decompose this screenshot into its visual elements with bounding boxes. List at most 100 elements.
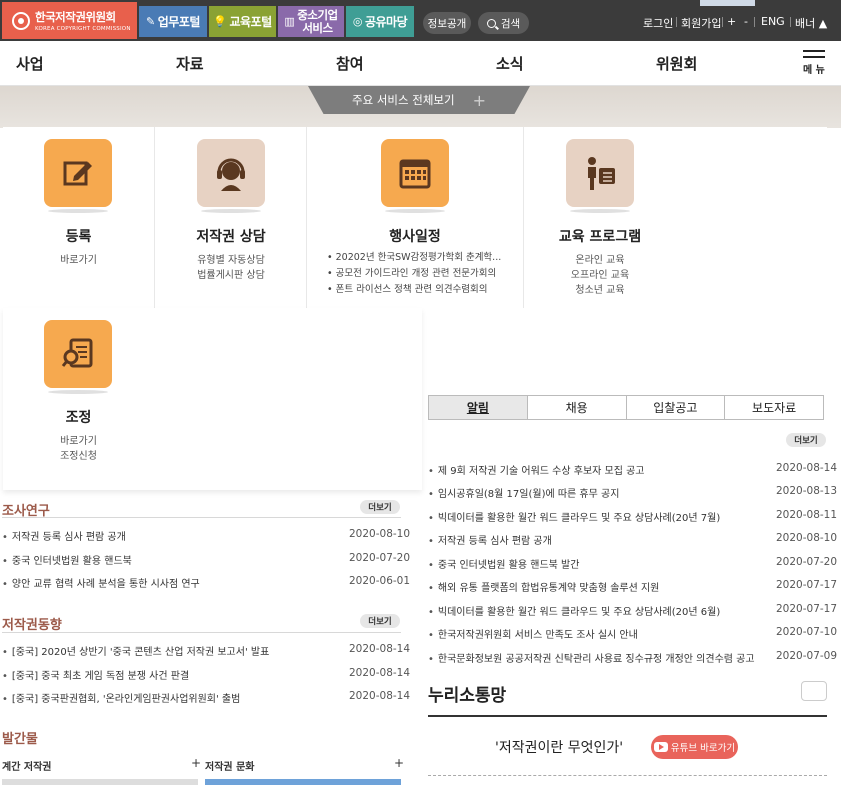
nav-item-materials[interactable]: 자료: [176, 53, 204, 74]
building-icon: ▥: [284, 15, 295, 28]
service-link[interactable]: 오프라인 교육: [524, 266, 676, 281]
event-item[interactable]: 폰트 라이선스 정책 관련 의견수렴회의: [327, 281, 488, 295]
publication-culture-link[interactable]: 저작권 문화: [205, 758, 254, 773]
logo-mark-icon: [12, 11, 30, 30]
trends-title: 저작권동향: [2, 618, 62, 633]
share-icon: ◎: [352, 15, 363, 28]
nav-item-business[interactable]: 사업: [16, 53, 44, 74]
notice-item[interactable]: 해외 유통 플랫폼의 합법유통계약 맞춤형 솔루션 지원: [428, 579, 659, 594]
list-item-date: 2020-07-20: [349, 552, 411, 564]
portal-sme-button[interactable]: ▥ 중소기업 서비스: [278, 6, 344, 37]
calendar-icon: [381, 139, 449, 213]
list-item[interactable]: 저작권 등록 심사 편람 공개: [2, 528, 126, 543]
divider: [2, 517, 401, 518]
youtube-icon: [653, 742, 668, 752]
publication-quarterly-link[interactable]: 계간 저작권: [2, 758, 51, 773]
services-panel: 등록 바로가기 저작권 상담 유형별 자동상담 법률게시판 상담 행사일정 20…: [3, 127, 827, 308]
service-link[interactable]: 바로가기: [3, 432, 154, 447]
tab-notice[interactable]: 알림: [429, 396, 528, 419]
publication-culture-plus-icon[interactable]: +: [394, 756, 404, 770]
service-events[interactable]: 행사일정 20202년 한국SW감정평가학회 춘계학... 공모전 가이드라인 …: [307, 127, 523, 308]
hamburger-icon: [803, 50, 825, 52]
research-more-button[interactable]: 더보기: [360, 500, 400, 514]
zoom-in-button[interactable]: +: [727, 15, 736, 28]
sns-video-title: '저작권이란 무엇인가': [495, 740, 624, 756]
site-logo[interactable]: 한국저작권위원회 KOREA COPYRIGHT COMMISSION: [2, 2, 137, 39]
util-separator: [722, 17, 723, 27]
util-separator: [676, 17, 677, 27]
headset-icon: [197, 139, 265, 213]
logo-text-ko: 한국저작권위원회: [35, 10, 116, 24]
bulb-icon: 💡: [213, 15, 227, 28]
list-item-date: 2020-08-14: [349, 667, 411, 679]
publication-thumbnail: [205, 779, 401, 785]
info-disclosure-button[interactable]: 정보공개: [423, 12, 471, 34]
english-link[interactable]: ENG: [761, 15, 785, 28]
list-item[interactable]: [중국] 중국 최초 게임 독점 분쟁 사건 판결: [2, 667, 189, 682]
portal-work-button[interactable]: ✎ 업무포털: [139, 6, 207, 37]
list-item[interactable]: [중국] 중국판권협회, '온라인게임판권사업위원회' 출범: [2, 690, 240, 705]
trends-more-button[interactable]: 더보기: [360, 614, 400, 628]
edit-icon: [44, 139, 112, 213]
notice-date: 2020-08-13: [776, 485, 838, 497]
search-button[interactable]: 검색: [478, 12, 529, 34]
notice-item[interactable]: 한국저작권위원회 서비스 만족도 조사 실시 안내: [428, 626, 638, 641]
service-link[interactable]: 법률게시판 상담: [155, 266, 307, 281]
list-item-date: 2020-08-14: [349, 643, 411, 655]
service-link[interactable]: 조정신청: [3, 447, 154, 462]
notice-date: 2020-07-20: [776, 556, 838, 568]
notices-more-button[interactable]: 더보기: [786, 433, 826, 447]
search-icon: [486, 18, 496, 28]
nav-item-news[interactable]: 소식: [496, 53, 524, 74]
join-link[interactable]: 회원가입: [681, 15, 721, 31]
document-search-icon: [44, 320, 112, 394]
list-item[interactable]: 양안 교류 협력 사례 분석을 통한 시사점 연구: [2, 575, 200, 590]
service-link[interactable]: 청소년 교육: [524, 281, 676, 296]
nav-item-participation[interactable]: 참여: [336, 53, 364, 74]
notice-item[interactable]: 한국문화정보원 공공저작권 신탁관리 사용료 징수규정 개정안 의견수렴 공고: [428, 650, 755, 665]
banner-toggle-button[interactable]: 배너 ▲: [795, 15, 827, 31]
divider: [428, 775, 827, 776]
service-registration[interactable]: 등록 바로가기: [3, 127, 154, 308]
service-link[interactable]: 온라인 교육: [524, 251, 676, 266]
notice-date: 2020-08-14: [776, 462, 838, 474]
youtube-button[interactable]: 유튜브 바로가기: [651, 735, 738, 759]
notice-item[interactable]: 저작권 등록 심사 편람 공개: [428, 532, 552, 547]
notice-item[interactable]: 빅데이터를 활용한 월간 워드 클라우드 및 주요 상담사례(20년 6월): [428, 603, 720, 618]
all-services-toggle[interactable]: 주요 서비스 전체보기 +: [308, 86, 530, 114]
list-item-date: 2020-08-10: [349, 528, 411, 540]
event-item[interactable]: 20202년 한국SW감정평가학회 춘계학...: [327, 249, 502, 263]
sns-section-title: 누리소통망: [428, 686, 507, 706]
portal-share-button[interactable]: ◎ 공유마당: [346, 6, 414, 37]
service-link[interactable]: 유형별 자동상담: [155, 251, 307, 266]
publication-thumbnail: [2, 779, 198, 785]
corner-banner-image: [700, 0, 755, 6]
notice-item[interactable]: 임시공휴일(8월 17일(월)에 따른 휴무 공지: [428, 485, 620, 500]
tab-press[interactable]: 보도자료: [725, 396, 823, 419]
main-navigation: 사업 자료 참여 소식 위원회 메 뉴: [0, 41, 841, 86]
nav-item-committee[interactable]: 위원회: [656, 53, 697, 74]
service-mediation[interactable]: 조정 바로가기 조정신청: [3, 308, 154, 490]
zoom-out-button[interactable]: -: [744, 15, 748, 28]
notice-item[interactable]: 중국 인터넷법원 활용 핸드북 발간: [428, 556, 580, 571]
util-separator: [790, 17, 791, 27]
service-link[interactable]: 바로가기: [3, 251, 154, 266]
service-education[interactable]: 교육 프로그램 온라인 교육 오프라인 교육 청소년 교육: [524, 127, 676, 308]
list-item[interactable]: 중국 인터넷법원 활용 핸드북: [2, 552, 132, 567]
top-bar: 한국저작권위원회 KOREA COPYRIGHT COMMISSION ✎ 업무…: [0, 0, 841, 41]
notice-tabs: 알림 채용 입찰공고 보도자료: [428, 395, 824, 420]
notice-item[interactable]: 제 9회 저작권 기술 어워드 수상 후보자 모집 공고: [428, 462, 645, 477]
service-consultation[interactable]: 저작권 상담 유형별 자동상담 법률게시판 상담: [155, 127, 307, 308]
publication-quarterly-plus-icon[interactable]: +: [191, 756, 201, 770]
tab-recruitment[interactable]: 채용: [527, 396, 627, 419]
tab-bid[interactable]: 입찰공고: [626, 396, 726, 419]
portal-education-button[interactable]: 💡 교육포털: [209, 6, 276, 37]
notice-item[interactable]: 빅데이터를 활용한 월간 워드 클라우드 및 주요 상담사례(20년 7월): [428, 509, 720, 524]
event-item[interactable]: 공모전 가이드라인 개정 관련 전문가회의: [327, 265, 497, 279]
notice-date: 2020-07-09: [776, 650, 838, 662]
list-item[interactable]: [중국] 2020년 상반기 '중국 콘텐츠 산업 저작권 보고서' 발표: [2, 643, 269, 658]
presenter-icon: [566, 139, 634, 213]
login-link[interactable]: 로그인: [643, 15, 673, 31]
divider: [428, 715, 827, 717]
menu-button[interactable]: 메 뉴: [803, 50, 829, 76]
